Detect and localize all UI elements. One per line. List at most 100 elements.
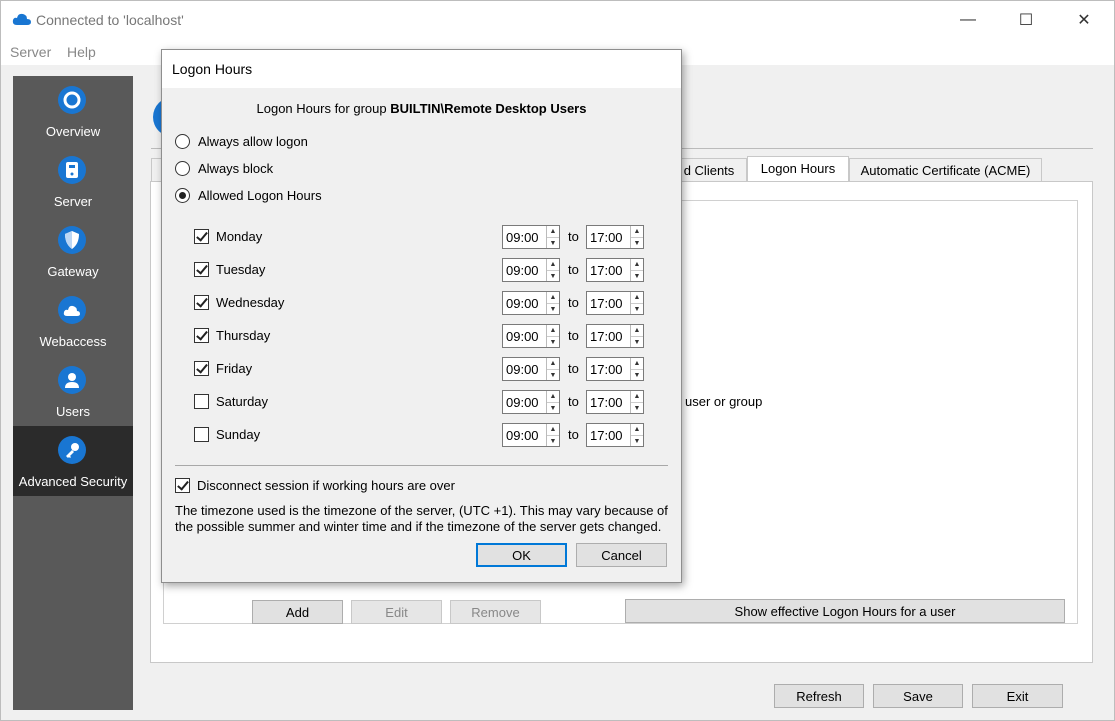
sidebar-item-gateway[interactable]: Gateway	[13, 216, 133, 286]
spin-up-icon[interactable]: ▲	[631, 226, 643, 237]
radio-allowed-logon-hours[interactable]: Allowed Logon Hours	[175, 188, 322, 203]
from-time-spinner[interactable]: 09:00 ▲ ▼	[502, 291, 560, 315]
spin-up-icon[interactable]: ▲	[547, 259, 559, 270]
spin-down-icon[interactable]: ▼	[631, 402, 643, 413]
spin-up-icon[interactable]: ▲	[547, 226, 559, 237]
key-icon	[58, 436, 86, 464]
day-checkbox[interactable]	[194, 394, 209, 409]
spin-up-icon[interactable]: ▲	[631, 292, 643, 303]
refresh-button[interactable]: Refresh	[774, 684, 864, 708]
day-checkbox[interactable]	[194, 328, 209, 343]
maximize-button[interactable]: ☐	[1003, 1, 1049, 39]
day-label: Sunday	[216, 427, 261, 442]
tab-automatic-certificate[interactable]: Automatic Certificate (ACME)	[849, 158, 1042, 181]
from-time-spinner[interactable]: 09:00 ▲ ▼	[502, 258, 560, 282]
to-time-spinner[interactable]: 17:00 ▲ ▼	[586, 423, 644, 447]
dialog-title: Logon Hours	[172, 61, 253, 77]
radio-button[interactable]	[175, 188, 190, 203]
sidebar-item-label: Webaccess	[39, 334, 107, 349]
cancel-button[interactable]: Cancel	[576, 543, 667, 567]
add-button[interactable]: Add	[252, 600, 343, 624]
to-time-spinner[interactable]: 17:00 ▲ ▼	[586, 225, 644, 249]
day-checkbox[interactable]	[194, 262, 209, 277]
from-time-spinner[interactable]: 09:00 ▲ ▼	[502, 357, 560, 381]
from-time-spinner[interactable]: 09:00 ▲ ▼	[502, 390, 560, 414]
spin-down-icon[interactable]: ▼	[547, 303, 559, 314]
spin-down-icon[interactable]: ▼	[631, 336, 643, 347]
heading-prefix: Logon Hours for group	[256, 101, 391, 116]
close-button[interactable]: ✕	[1061, 1, 1107, 39]
day-row-saturday: Saturday 09:00 ▲ ▼ to 17:00 ▲ ▼	[193, 390, 653, 414]
title-bar[interactable]: Connected to 'localhost' — ☐ ✕	[1, 1, 1114, 39]
spin-down-icon[interactable]: ▼	[631, 303, 643, 314]
ok-button[interactable]: OK	[476, 543, 567, 567]
dialog-separator	[175, 465, 668, 466]
spin-up-icon[interactable]: ▲	[631, 358, 643, 369]
window-title: Connected to 'localhost'	[36, 12, 184, 28]
to-time-spinner[interactable]: 17:00 ▲ ▼	[586, 324, 644, 348]
spin-up-icon[interactable]: ▲	[547, 358, 559, 369]
menu-server[interactable]: Server	[10, 44, 51, 60]
spin-down-icon[interactable]: ▼	[547, 369, 559, 380]
sidebar-item-server[interactable]: Server	[13, 146, 133, 216]
day-checkbox[interactable]	[194, 229, 209, 244]
day-checkbox[interactable]	[194, 427, 209, 442]
radio-always-block[interactable]: Always block	[175, 161, 273, 176]
sidebar-item-label: Server	[53, 194, 93, 209]
spin-down-icon[interactable]: ▼	[631, 237, 643, 248]
from-time-spinner[interactable]: 09:00 ▲ ▼	[502, 423, 560, 447]
spin-up-icon[interactable]: ▲	[631, 325, 643, 336]
spin-up-icon[interactable]: ▲	[547, 424, 559, 435]
to-time-value: 17:00	[590, 362, 623, 377]
radio-button[interactable]	[175, 161, 190, 176]
day-label: Friday	[216, 361, 253, 376]
from-time-value: 09:00	[506, 230, 539, 245]
tab-allowed-clients[interactable]: d Clients	[671, 158, 747, 181]
spin-down-icon[interactable]: ▼	[631, 270, 643, 281]
to-time-spinner[interactable]: 17:00 ▲ ▼	[586, 357, 644, 381]
sidebar-item-webaccess[interactable]: Webaccess	[13, 286, 133, 356]
remove-button[interactable]: Remove	[450, 600, 541, 624]
spin-up-icon[interactable]: ▲	[631, 424, 643, 435]
day-label: Tuesday	[216, 262, 266, 277]
spin-down-icon[interactable]: ▼	[631, 435, 643, 446]
from-time-spinner[interactable]: 09:00 ▲ ▼	[502, 324, 560, 348]
spin-up-icon[interactable]: ▲	[631, 391, 643, 402]
spin-down-icon[interactable]: ▼	[547, 237, 559, 248]
minimize-button[interactable]: —	[945, 1, 991, 39]
edit-button[interactable]: Edit	[351, 600, 442, 624]
menu-help[interactable]: Help	[67, 44, 96, 60]
spin-down-icon[interactable]: ▼	[547, 270, 559, 281]
cloud-icon	[58, 296, 86, 324]
save-button[interactable]: Save	[873, 684, 963, 708]
overview-icon	[58, 86, 86, 114]
sidebar-item-users[interactable]: Users	[13, 356, 133, 426]
spin-up-icon[interactable]: ▲	[631, 259, 643, 270]
dialog-title-bar[interactable]: Logon Hours	[162, 50, 681, 88]
to-time-spinner[interactable]: 17:00 ▲ ▼	[586, 390, 644, 414]
tab-logon-hours[interactable]: Logon Hours	[747, 156, 849, 182]
to-time-spinner[interactable]: 17:00 ▲ ▼	[586, 291, 644, 315]
spin-down-icon[interactable]: ▼	[547, 336, 559, 347]
disconnect-session-option[interactable]: Disconnect session if working hours are …	[175, 478, 455, 493]
day-checkbox[interactable]	[194, 361, 209, 376]
to-time-value: 17:00	[590, 263, 623, 278]
spin-up-icon[interactable]: ▲	[547, 391, 559, 402]
exit-button[interactable]: Exit	[972, 684, 1063, 708]
to-time-spinner[interactable]: 17:00 ▲ ▼	[586, 258, 644, 282]
dialog-heading: Logon Hours for group BUILTIN\Remote Des…	[162, 101, 681, 116]
spin-up-icon[interactable]: ▲	[547, 292, 559, 303]
radio-button[interactable]	[175, 134, 190, 149]
spin-down-icon[interactable]: ▼	[547, 435, 559, 446]
show-effective-logon-hours-button[interactable]: Show effective Logon Hours for a user	[625, 599, 1065, 623]
spin-down-icon[interactable]: ▼	[631, 369, 643, 380]
sidebar-item-overview[interactable]: Overview	[13, 76, 133, 146]
spin-up-icon[interactable]: ▲	[547, 325, 559, 336]
spinner-buttons: ▲ ▼	[630, 226, 643, 248]
radio-always-allow[interactable]: Always allow logon	[175, 134, 308, 149]
disconnect-checkbox[interactable]	[175, 478, 190, 493]
spin-down-icon[interactable]: ▼	[547, 402, 559, 413]
from-time-spinner[interactable]: 09:00 ▲ ▼	[502, 225, 560, 249]
sidebar-item-advanced-security[interactable]: Advanced Security	[13, 426, 133, 496]
day-checkbox[interactable]	[194, 295, 209, 310]
